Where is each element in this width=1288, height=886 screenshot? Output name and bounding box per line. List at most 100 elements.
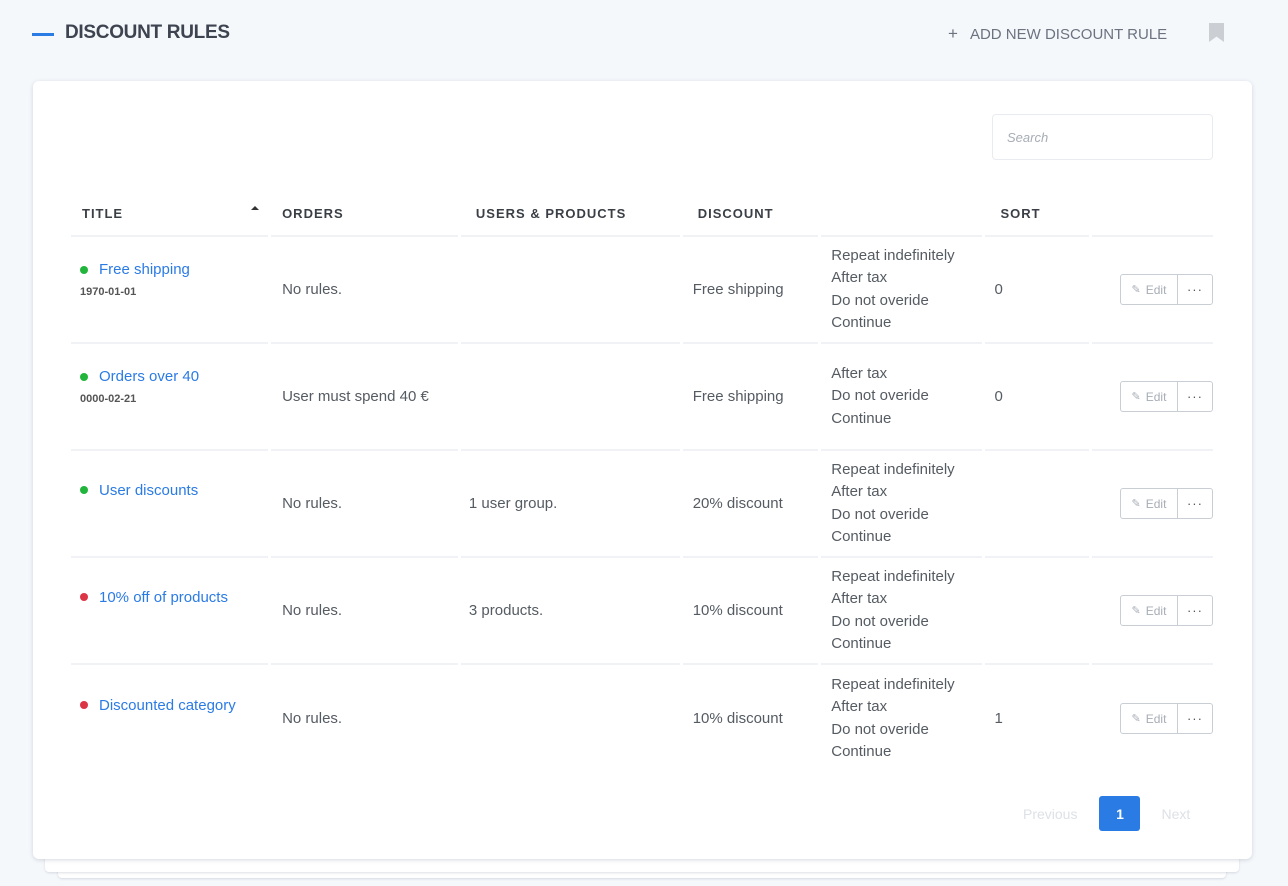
option-line: Continue xyxy=(831,528,892,545)
cell-options: Repeat indefinitely After tax Do not overi… xyxy=(821,665,982,772)
discount-rules-table: TITLE ORDERS USERS & PRODUCTS DISCOUNT S… xyxy=(68,191,1216,772)
option-line: Do not overide xyxy=(831,720,929,738)
row-actions: ✎ Edit ··· xyxy=(1119,595,1213,626)
sort-ascending-icon xyxy=(251,206,260,210)
status-dot-active xyxy=(80,372,88,381)
cell-users-products xyxy=(460,237,680,344)
cell-orders: No rules. xyxy=(271,237,458,344)
cell-discount: Free shipping xyxy=(682,237,819,344)
cell-title: Free shipping 1970-01-01 xyxy=(71,237,269,344)
pagination-page-1[interactable]: 1 xyxy=(1099,796,1141,831)
table-row: Free shipping 1970-01-01 No rules. Free … xyxy=(71,237,1213,344)
edit-button[interactable]: ✎ Edit xyxy=(1121,596,1178,625)
page-header: DISCOUNT RULES + ADD NEW DISCOUNT RULE xyxy=(0,0,1288,66)
status-dot-active xyxy=(80,265,88,274)
option-line: Repeat indefinitely xyxy=(831,246,955,264)
cell-discount: Free shipping xyxy=(682,344,819,451)
cell-discount: 10% discount xyxy=(682,558,819,665)
option-line: Continue xyxy=(831,314,892,331)
more-options-button[interactable]: ··· xyxy=(1178,382,1212,411)
more-options-button[interactable]: ··· xyxy=(1178,704,1212,733)
cell-options: After tax Do not overide Continue xyxy=(821,344,983,451)
rule-title-link[interactable]: Discounted category xyxy=(99,697,236,714)
column-header-users-products[interactable]: USERS & PRODUCTS xyxy=(460,191,680,237)
option-line: Continue xyxy=(831,743,892,760)
pencil-icon: ✎ xyxy=(1131,391,1141,403)
rule-date: 0000-02-21 xyxy=(80,393,137,405)
more-options-button[interactable]: ··· xyxy=(1178,489,1212,518)
edit-label: Edit xyxy=(1145,603,1167,618)
option-line: After tax xyxy=(831,483,888,500)
cell-users-products: 1 user group. xyxy=(460,451,680,558)
add-new-discount-rule-label: ADD NEW DISCOUNT RULE xyxy=(969,25,1168,43)
pencil-icon: ✎ xyxy=(1131,713,1141,725)
cell-title: Discounted category xyxy=(71,665,268,772)
pagination-next[interactable]: Next xyxy=(1161,806,1190,822)
cell-sort xyxy=(985,451,1089,558)
table-row: Discounted category No rules. 10% discou… xyxy=(71,665,1213,772)
edit-button[interactable]: ✎ Edit xyxy=(1121,704,1178,733)
status-dot-inactive xyxy=(80,593,88,601)
column-header-sort[interactable]: SORT xyxy=(985,191,1089,237)
cell-sort: 0 xyxy=(985,344,1089,451)
column-header-actions xyxy=(1091,191,1213,237)
cell-orders: User must spend 40 € xyxy=(271,344,458,451)
table-header-row: TITLE ORDERS USERS & PRODUCTS DISCOUNT S… xyxy=(71,191,1213,237)
pencil-icon: ✎ xyxy=(1131,498,1141,510)
edit-label: Edit xyxy=(1145,496,1167,511)
pencil-icon: ✎ xyxy=(1131,605,1141,617)
column-header-orders[interactable]: ORDERS xyxy=(271,191,458,237)
cell-options: Repeat indefinitely After tax Do not overi… xyxy=(821,451,983,558)
option-line: After tax xyxy=(831,590,888,607)
cell-orders: No rules. xyxy=(282,710,343,727)
column-header-title[interactable]: TITLE xyxy=(71,191,269,237)
pagination: Previous 1 Next xyxy=(1023,796,1190,831)
option-line: Do not overide xyxy=(831,291,929,309)
rule-title-link[interactable]: 10% off of products xyxy=(99,589,228,606)
edit-label: Edit xyxy=(1145,282,1167,297)
cell-sort: 0 xyxy=(985,237,1089,344)
bookmark-icon[interactable] xyxy=(1209,23,1224,42)
column-header-discount[interactable]: DISCOUNT xyxy=(682,191,819,237)
edit-button[interactable]: ✎ Edit xyxy=(1121,382,1178,411)
cell-title: 10% off of products xyxy=(71,558,269,665)
rule-title-link[interactable]: User discounts xyxy=(99,482,198,499)
table-row: User discounts No rules. 1 user group. 2… xyxy=(71,451,1213,558)
option-line: Repeat indefinitely xyxy=(831,567,955,585)
cell-users-products xyxy=(461,665,680,772)
option-line: After tax xyxy=(831,364,888,382)
row-actions: ✎ Edit ··· xyxy=(1119,274,1213,305)
cell-title: Orders over 40 0000-02-21 xyxy=(71,344,269,451)
column-header-options xyxy=(821,191,983,237)
plus-icon: + xyxy=(948,24,958,43)
edit-label: Edit xyxy=(1145,389,1167,404)
edit-button[interactable]: ✎ Edit xyxy=(1121,275,1178,304)
cell-actions: ✎ Edit ··· xyxy=(1092,665,1213,772)
cell-sort xyxy=(985,558,1089,665)
cell-sort: 1 xyxy=(994,710,1003,727)
option-line: Continue xyxy=(831,635,892,652)
cell-title: User discounts xyxy=(71,451,269,558)
rule-title-link[interactable]: Orders over 40 xyxy=(99,368,199,385)
status-dot-inactive xyxy=(80,701,88,709)
page-title: DISCOUNT RULES xyxy=(65,22,230,43)
cell-actions: ✎ Edit ··· xyxy=(1091,558,1213,665)
title-accent-dash xyxy=(32,33,54,36)
rule-title-link[interactable]: Free shipping xyxy=(99,261,190,278)
option-line: Do not overide xyxy=(831,505,929,523)
cell-discount: 20% discount xyxy=(682,451,819,558)
cell-orders: No rules. xyxy=(271,451,458,558)
cell-users-products: 3 products. xyxy=(460,558,680,665)
cell-users-products xyxy=(460,344,680,451)
row-actions: ✎ Edit ··· xyxy=(1119,703,1213,734)
row-actions: ✎ Edit ··· xyxy=(1119,488,1213,519)
cell-orders: No rules. xyxy=(271,558,458,665)
search-input[interactable] xyxy=(992,114,1213,160)
option-line: After tax xyxy=(831,269,888,286)
more-options-button[interactable]: ··· xyxy=(1178,275,1212,304)
pagination-previous[interactable]: Previous xyxy=(1023,806,1077,822)
edit-button[interactable]: ✎ Edit xyxy=(1121,489,1178,518)
cell-options: Repeat indefinitely After tax Do not overi… xyxy=(821,237,983,344)
add-new-discount-rule-button[interactable]: + ADD NEW DISCOUNT RULE xyxy=(948,24,1167,44)
more-options-button[interactable]: ··· xyxy=(1178,596,1212,625)
